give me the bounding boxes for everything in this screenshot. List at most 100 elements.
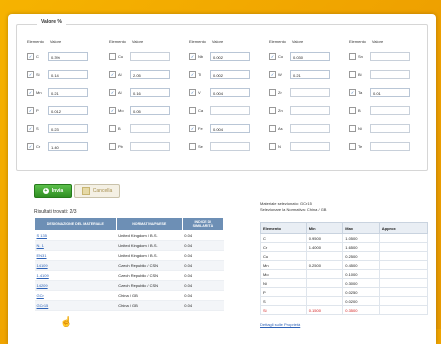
element-checkbox[interactable]: ✓ <box>109 71 116 78</box>
element-value-input[interactable] <box>210 106 250 115</box>
table-row[interactable]: 14109 Czech Republic / CSN 0.04 <box>34 260 224 271</box>
element-checkbox[interactable] <box>189 107 196 114</box>
element-checkbox[interactable]: ✓ <box>27 89 34 96</box>
element-value-input[interactable] <box>290 142 330 151</box>
element-value-input[interactable]: 0.3% <box>48 52 88 61</box>
element-checkbox[interactable]: ✓ <box>189 125 196 132</box>
material-link[interactable]: GCr15 <box>34 300 117 311</box>
element-value-input[interactable] <box>370 52 410 61</box>
element-value-input[interactable]: 0.030 <box>290 52 330 61</box>
element-row: ✓ W 0.21 <box>269 68 341 81</box>
material-link[interactable]: 14209 <box>34 280 117 291</box>
col-header-min: Min <box>305 222 344 234</box>
element-symbol: Cu <box>118 54 124 59</box>
element-cell: Cr <box>260 242 307 252</box>
element-value-input[interactable] <box>370 124 410 133</box>
approx-cell <box>378 287 429 297</box>
element-checkbox[interactable] <box>349 107 356 114</box>
element-checkbox[interactable] <box>269 89 276 96</box>
element-value-input[interactable]: 0.14 <box>48 70 88 79</box>
table-row[interactable]: N. 1 United Kingdom / B.S. 0.04 <box>34 240 224 251</box>
element-checkbox[interactable]: ✓ <box>109 107 116 114</box>
element-value-input[interactable] <box>370 70 410 79</box>
element-value-input[interactable]: 0.004 <box>210 124 250 133</box>
element-value-input[interactable] <box>370 142 410 151</box>
element-row: Pb <box>109 140 181 153</box>
element-value-input[interactable] <box>290 88 330 97</box>
approx-cell <box>378 260 429 270</box>
element-symbol: Fe <box>198 126 203 131</box>
col-header-element: Elemento <box>260 222 307 234</box>
element-checkbox[interactable]: ✓ <box>189 89 196 96</box>
element-value-input[interactable]: 0.01 <box>370 88 410 97</box>
element-value-input[interactable]: 1.40 <box>48 142 88 151</box>
col-header-material[interactable]: DESIGNAZIONE DEL MATERIALE <box>34 217 117 231</box>
material-link[interactable]: GCr <box>34 290 117 301</box>
element-checkbox[interactable]: ✓ <box>27 107 34 114</box>
element-value-input[interactable]: 0.004 <box>210 88 250 97</box>
element-value-input[interactable]: 0.16 <box>130 88 170 97</box>
element-checkbox[interactable]: ✓ <box>349 89 356 96</box>
element-value-input[interactable]: 0.23 <box>48 124 88 133</box>
element-checkbox[interactable]: ✓ <box>27 143 34 150</box>
element-value-input[interactable] <box>210 142 250 151</box>
reset-button[interactable]: Cancella <box>74 184 120 198</box>
table-row[interactable]: S 135 United Kingdom / B.S. 0.04 <box>34 230 224 241</box>
table-row[interactable]: GCr15 China / GB 0.04 <box>34 300 224 311</box>
material-link[interactable]: 1.4109 <box>34 270 117 281</box>
material-link[interactable]: 14109 <box>34 260 117 271</box>
table-row[interactable]: 1.4109 Czech Republic / CSN 0.04 <box>34 270 224 281</box>
material-link[interactable]: S 135 <box>34 230 117 241</box>
element-checkbox[interactable] <box>269 125 276 132</box>
element-value-input[interactable] <box>290 106 330 115</box>
element-checkbox[interactable]: ✓ <box>27 125 34 132</box>
element-checkbox[interactable] <box>349 53 356 60</box>
element-checkbox[interactable]: ✓ <box>269 53 276 60</box>
element-value-input[interactable]: 0.012 <box>48 106 88 115</box>
element-checkbox[interactable] <box>269 107 276 114</box>
element-checkbox[interactable] <box>349 143 356 150</box>
element-symbol: Zr <box>278 90 282 95</box>
element-checkbox[interactable]: ✓ <box>269 71 276 78</box>
element-cell: P <box>260 287 307 297</box>
col-header-similarity[interactable]: INDICE DI SIMILARITÀ <box>181 217 225 231</box>
element-value-input[interactable]: 0.05 <box>130 106 170 115</box>
element-value-input[interactable]: 0.21 <box>48 88 88 97</box>
properties-link[interactable]: Dettagli sulle Proprietà <box>260 322 300 327</box>
element-checkbox[interactable] <box>349 125 356 132</box>
element-checkbox[interactable]: ✓ <box>27 53 34 60</box>
material-link[interactable]: N. 1 <box>34 240 117 251</box>
approx-cell <box>378 242 429 252</box>
element-value-input[interactable] <box>130 52 170 61</box>
element-value-input[interactable]: 0.002 <box>210 52 250 61</box>
element-value-input[interactable]: 0.002 <box>210 70 250 79</box>
table-row[interactable]: 14209 Czech Republic / CSN 0.04 <box>34 280 224 291</box>
element-value-input[interactable] <box>130 124 170 133</box>
element-value-input[interactable] <box>130 142 170 151</box>
element-value-input[interactable]: 2.05 <box>130 70 170 79</box>
element-checkbox[interactable] <box>109 143 116 150</box>
element-checkbox[interactable] <box>109 53 116 60</box>
element-symbol: As <box>278 126 283 131</box>
element-checkbox[interactable] <box>109 125 116 132</box>
element-row: Zr <box>269 86 341 99</box>
element-row: N <box>269 140 341 153</box>
element-value-input[interactable] <box>370 106 410 115</box>
element-checkbox[interactable]: ✓ <box>109 89 116 96</box>
table-row[interactable]: EN31 United Kingdom / B.S. 0.04 <box>34 250 224 261</box>
element-symbol: Ca <box>198 108 204 113</box>
element-checkbox[interactable] <box>189 143 196 150</box>
element-checkbox[interactable]: ✓ <box>189 71 196 78</box>
element-value-input[interactable] <box>290 124 330 133</box>
element-checkbox[interactable] <box>349 71 356 78</box>
material-link[interactable]: EN31 <box>34 250 117 261</box>
col-header-norm[interactable]: NORMATIVA/PAESE <box>115 217 183 231</box>
table-row[interactable]: GCr China / GB 0.04 <box>34 290 224 301</box>
element-checkbox[interactable]: ✓ <box>189 53 196 60</box>
submit-button[interactable]: + Invia <box>34 184 72 198</box>
element-checkbox[interactable]: ✓ <box>27 71 34 78</box>
element-value-input[interactable]: 0.21 <box>290 70 330 79</box>
composition-fieldset: Valore % Elemento Valore ✓ C 0.3% ✓ Si 0.14 ✓ Mn 0… <box>16 19 428 171</box>
header-value: Valore <box>211 39 224 44</box>
element-checkbox[interactable] <box>269 143 276 150</box>
